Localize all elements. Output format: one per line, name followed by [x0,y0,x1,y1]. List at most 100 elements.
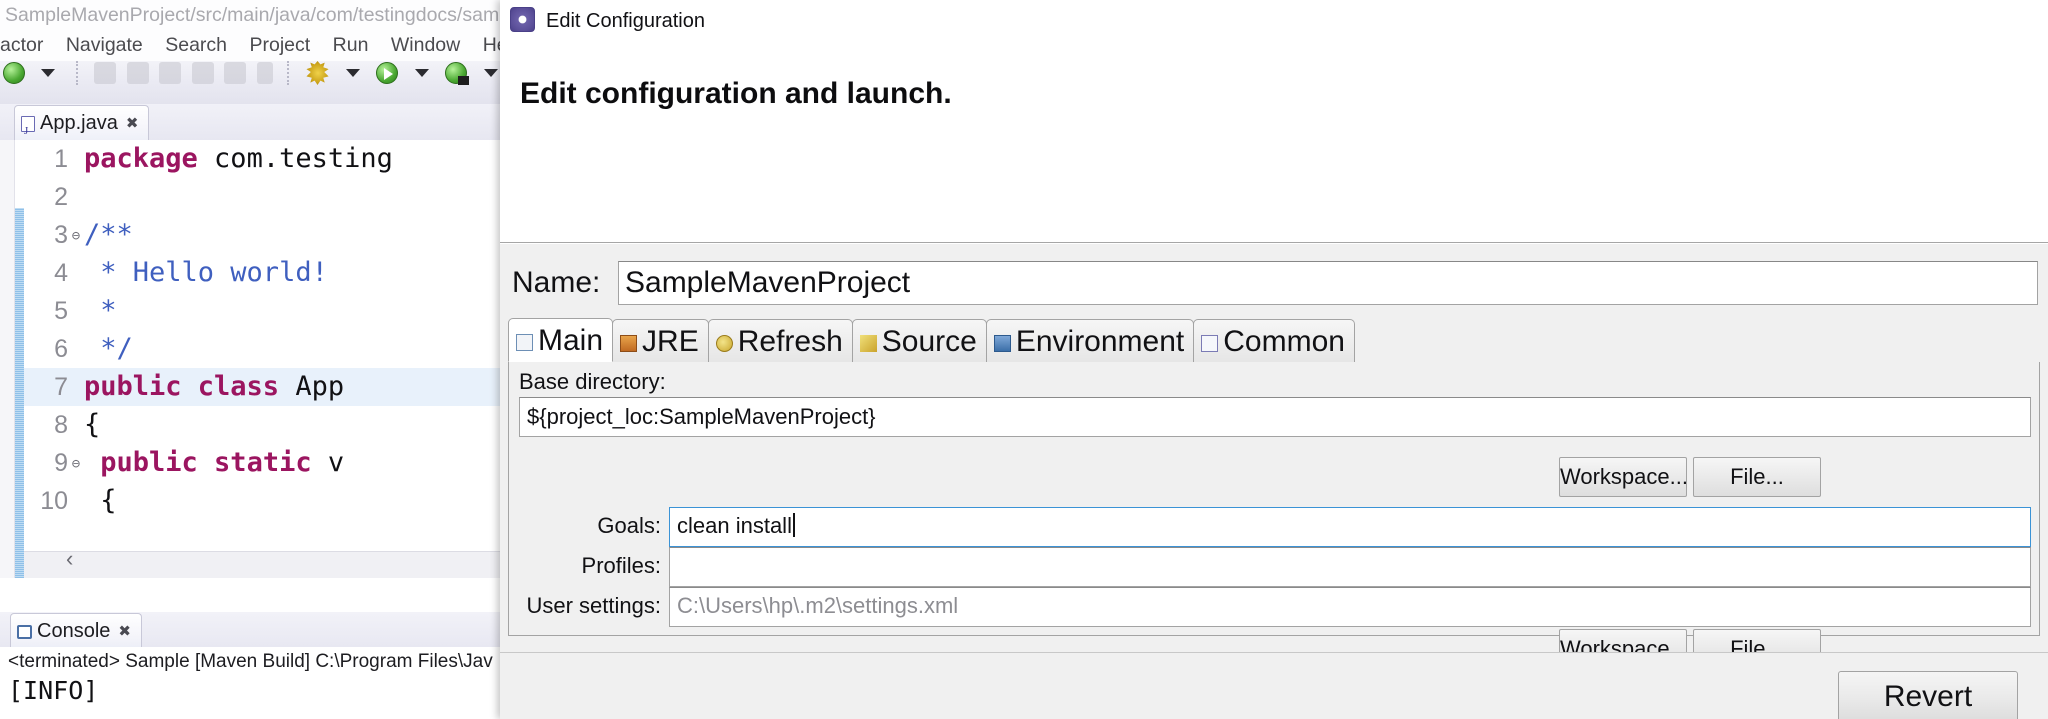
dialog-title-bar: Edit Configuration [500,0,2048,42]
tab-label: Source [881,325,977,358]
dialog-header: Edit configuration and launch. [500,42,2048,243]
goals-row: Goals: clean install [509,507,2041,547]
tab-label: Main [538,324,604,357]
editor-tab-label: App.java [40,112,118,134]
code-token: package [84,143,198,174]
dialog-footer: Revert [500,652,2048,719]
line-number: 4 [54,259,68,287]
dialog-title-text: Edit Configuration [546,10,705,32]
main-tab-icon [516,333,533,351]
tab-source[interactable]: Source [851,319,987,362]
coverage-icon[interactable] [445,62,470,85]
new-wizard-icon[interactable] [3,62,25,84]
code-token: public class [84,371,280,402]
user-settings-row: User settings: C:\Users\hp\.m2\settings.… [509,587,2041,627]
refresh-tab-icon [715,334,733,352]
common-tab-icon [1201,334,1219,352]
main-tab-page: Base directory: ${project_loc:SampleMave… [508,362,2041,669]
console-icon [17,624,32,639]
tab-label: Environment [1015,325,1185,358]
menu-item-search[interactable]: Search [156,30,236,61]
fold-toggle-icon[interactable]: ⊖ [68,445,84,483]
tab-refresh[interactable]: Refresh [707,319,853,362]
profiles-row: Profiles: [509,547,2041,587]
name-row: Name: SampleMavenProject [508,259,2040,307]
pilcrow-icon[interactable] [256,62,273,84]
environment-tab-icon [993,334,1011,352]
line-number: 3 [54,221,68,249]
editor-change-bar [15,208,24,578]
tab-main[interactable]: Main [508,318,614,362]
debug-dropdown-icon[interactable] [345,69,360,77]
code-token: App [279,371,345,402]
code-token: public static [100,447,312,478]
console-tab-label: Console [37,620,111,642]
base-directory-file-button[interactable]: File... [1693,457,1821,497]
menu-item-refactor[interactable]: actor [0,30,52,61]
base-directory-input[interactable]: ${project_loc:SampleMavenProject} [519,397,2031,437]
menu-item-run[interactable]: Run [324,30,378,61]
source-tab-icon [859,334,877,352]
code-token: /** [84,219,133,250]
quick-access-icon[interactable] [126,62,149,84]
menu-item-window[interactable]: Window [382,30,469,61]
save-icon[interactable] [94,62,117,84]
goals-input[interactable]: clean install [669,507,2031,547]
link-icon[interactable] [159,62,182,84]
tab-environment[interactable]: Environment [985,319,1195,362]
line-number: 9 [54,449,68,477]
menu-item-navigate[interactable]: Navigate [57,30,152,61]
line-number: 1 [54,145,68,173]
tab-label: JRE [642,325,699,358]
editor-marker-gutter [0,140,15,578]
configuration-tab-folder: Main JRE Refresh Source Environment Common Ba… [508,318,2041,669]
user-settings-input[interactable]: C:\Users\hp\.m2\settings.xml [669,587,2031,627]
editor-tab-appjava[interactable]: App.java ✖ [14,105,150,149]
text-caret [792,513,795,537]
run-dropdown-icon[interactable] [414,69,429,77]
dialog-body: Name: SampleMavenProject Main JRE Refresh S… [500,243,2048,669]
base-directory-workspace-button[interactable]: Workspace... [1559,457,1688,497]
tab-common[interactable]: Common [1193,319,1355,362]
new-wizard-dropdown-icon[interactable] [41,69,56,77]
run-icon[interactable] [376,62,399,84]
profiles-label: Profiles: [581,553,661,578]
line-number: 5 [54,297,68,325]
code-token: * [84,295,117,326]
open-type-icon[interactable] [191,62,214,84]
line-number: 6 [54,335,68,363]
line-number: 2 [54,183,68,211]
tab-label: Common [1223,325,1345,358]
jre-tab-icon [620,334,638,352]
name-input[interactable]: SampleMavenProject [618,261,2038,305]
coverage-dropdown-icon[interactable] [483,69,498,77]
line-number: 10 [40,487,68,515]
code-token: * Hello world! [84,257,328,288]
revert-button[interactable]: Revert [1838,671,2018,719]
configuration-tab-strip: Main JRE Refresh Source Environment Common [508,318,2040,363]
code-token: */ [84,333,133,364]
name-label: Name: [512,266,601,299]
open-task-icon[interactable] [224,62,247,84]
java-file-icon [21,114,35,149]
code-token: v [311,447,345,478]
close-icon[interactable]: ✖ [118,615,131,649]
console-tab[interactable]: Console ✖ [10,613,142,648]
profiles-input[interactable] [669,547,2031,587]
user-settings-label: User settings: [526,593,662,618]
toolbar-separator [75,61,80,85]
close-icon[interactable]: ✖ [126,106,139,141]
menu-item-project[interactable]: Project [240,30,319,61]
line-number: 8 [54,411,68,439]
debug-icon[interactable] [306,61,330,85]
launch-configuration-icon [510,7,535,32]
goals-value: clean install [677,513,792,538]
fold-toggle-icon[interactable]: ⊖ [68,217,84,255]
toolbar-separator-2 [287,61,291,85]
tab-label: Refresh [737,325,843,358]
goals-label: Goals: [597,513,661,538]
tab-jre[interactable]: JRE [612,319,709,362]
base-directory-label: Base directory: [519,369,666,394]
code-token: { [84,485,117,516]
